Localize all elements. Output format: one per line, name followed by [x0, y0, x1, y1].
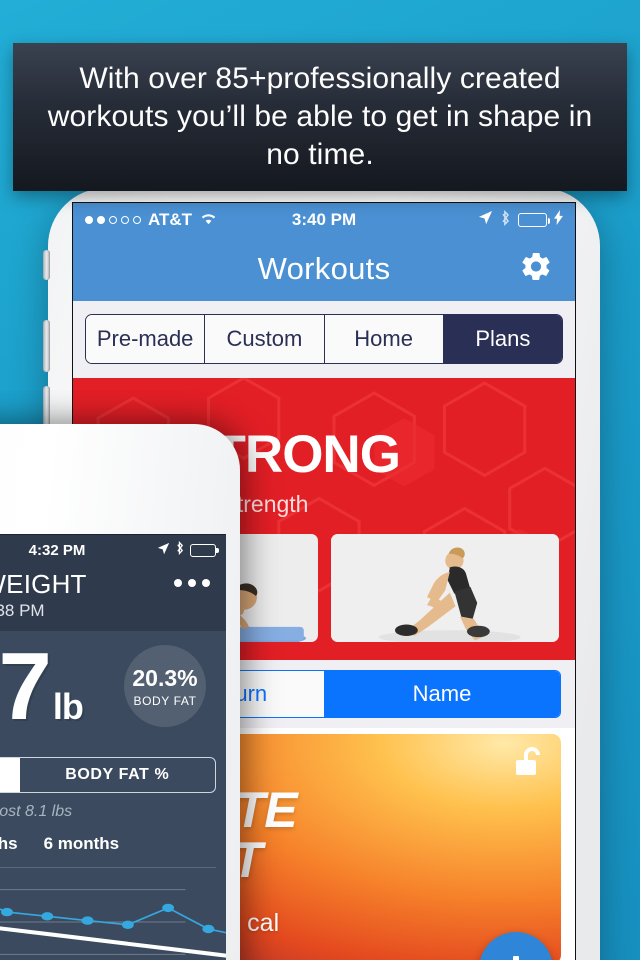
promo-banner: With over 85+professionally created work…	[13, 43, 627, 191]
signal-strength-icon	[85, 216, 141, 224]
mute-switch[interactable]	[43, 250, 50, 280]
weight-unit: lb	[52, 686, 84, 727]
location-arrow-icon	[478, 210, 493, 230]
page-title: Workouts	[257, 251, 391, 286]
bluetooth-icon	[500, 209, 511, 231]
unlock-icon	[513, 746, 543, 785]
navigation-bar: Workouts	[73, 237, 575, 301]
plus-icon	[513, 956, 519, 960]
location-arrow-icon	[157, 542, 170, 559]
front-phone-device: 4:32 PM BODY WEIGHT Sunday at 3:38 PM	[0, 424, 240, 960]
tab-home[interactable]: Home	[324, 315, 444, 363]
promo-headline: With over 85+professionally created work…	[47, 62, 593, 171]
exercise-thumbnail-side-lunge[interactable]	[330, 534, 559, 642]
front-status-bar: 4:32 PM	[0, 535, 226, 565]
battery-icon	[190, 543, 219, 557]
lightning-bolt-icon	[554, 210, 563, 230]
front-status-icons	[157, 540, 219, 559]
body-fat-value: 20.3%	[132, 664, 198, 691]
tab-pre-made[interactable]: Pre-made	[86, 315, 206, 363]
gear-icon[interactable]	[519, 250, 553, 289]
range-filter-6-months[interactable]: 6 months	[44, 834, 120, 854]
range-filter-3-months[interactable]: 3 months	[0, 834, 18, 854]
front-phone-screen: 4:32 PM BODY WEIGHT Sunday at 3:38 PM	[0, 534, 226, 960]
metric-option-body-fat[interactable]: BODY FAT %	[20, 758, 215, 792]
body-fat-badge: 20.3% BODY FAT	[124, 645, 206, 727]
body-weight-header: BODY WEIGHT Sunday at 3:38 PM	[0, 565, 226, 631]
metric-toggle-container: HT BODY FAT % ange in 1 month: lost 8.1 …	[0, 751, 226, 868]
status-bar-right	[478, 209, 563, 231]
change-note: ange in 1 month: lost 8.1 lbs	[0, 803, 73, 820]
volume-up-button[interactable]	[43, 320, 50, 372]
weight-trend-chart	[0, 868, 226, 960]
body-weight-timestamp: Sunday at 3:38 PM	[0, 601, 45, 620]
bluetooth-icon	[175, 540, 185, 559]
tab-plans[interactable]: Plans	[443, 315, 562, 363]
range-filters: 3 months 6 months	[0, 821, 216, 865]
metric-option-weight[interactable]: HT	[0, 758, 20, 792]
status-bar-left: AT&T	[85, 210, 218, 230]
weight-reading: 62.7lb 20.3% BODY FAT	[0, 631, 226, 751]
battery-icon	[518, 213, 550, 227]
tabs-container: Pre-made Custom Home Plans	[73, 301, 575, 378]
screenshot-stage: AT&T 3:40 PM Workouts Pre-made Custom Ho…	[0, 0, 640, 960]
workout-tabs[interactable]: Pre-made Custom Home Plans	[85, 314, 563, 364]
tab-custom[interactable]: Custom	[205, 315, 325, 363]
body-fat-label: BODY FAT	[133, 693, 197, 708]
carrier-label: AT&T	[148, 210, 193, 229]
wifi-icon	[199, 210, 218, 230]
sort-option-name[interactable]: Name	[324, 671, 560, 717]
status-bar: AT&T 3:40 PM	[73, 203, 575, 237]
weight-value: 62.7lb	[0, 633, 84, 740]
metric-toggle[interactable]: HT BODY FAT %	[0, 757, 216, 793]
more-options-icon[interactable]	[174, 579, 210, 587]
